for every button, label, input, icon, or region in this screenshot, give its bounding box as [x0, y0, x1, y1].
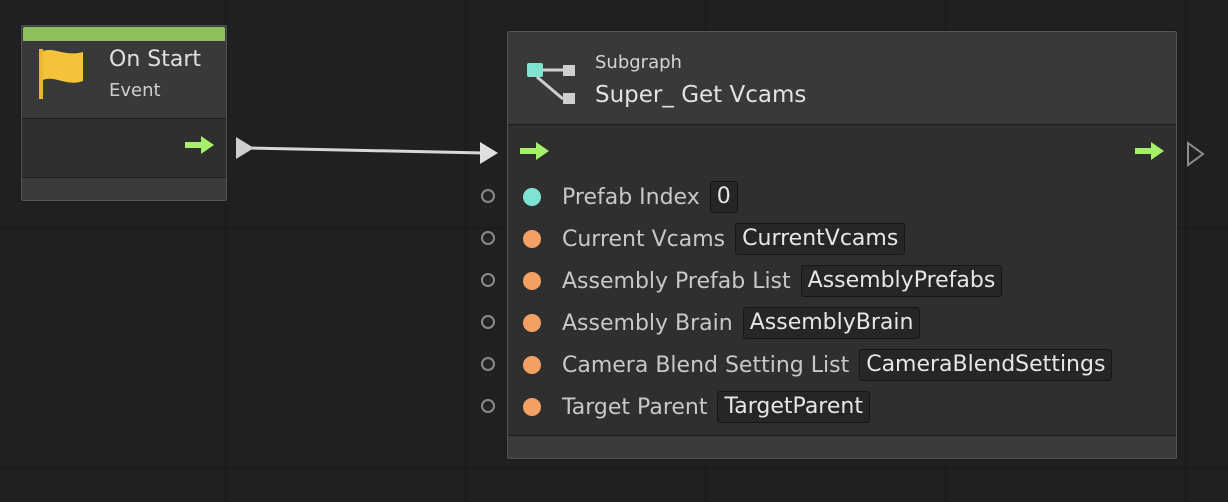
port-value-field[interactable]: CameraBlendSettings: [859, 349, 1113, 381]
port-label: Assembly Brain: [562, 310, 733, 336]
subgraph-icon: [527, 63, 575, 104]
subgraph-kind-label: Subgraph: [595, 52, 682, 73]
value-port-dot[interactable]: [523, 356, 541, 374]
port-value-field[interactable]: AssemblyBrain: [742, 307, 921, 339]
external-input-ring[interactable]: [481, 315, 495, 329]
input-port-row-assembly-prefab-list: Assembly Prefab List AssemblyPrefabs: [508, 264, 1003, 298]
event-accent-bar: [23, 27, 225, 41]
subgraph-node[interactable]: Subgraph Super_ Get Vcams Prefab Index 0…: [506, 30, 1178, 460]
on-start-node[interactable]: On Start Event: [20, 24, 228, 202]
subgraph-output-port[interactable]: [1187, 141, 1205, 167]
subgraph-body: Prefab Index 0 Current Vcams CurrentVcam…: [508, 124, 1176, 435]
external-input-ring[interactable]: [481, 231, 495, 245]
subgraph-name: Super_ Get Vcams: [595, 82, 807, 108]
port-value-field[interactable]: AssemblyPrefabs: [800, 265, 1003, 297]
external-input-ring[interactable]: [481, 357, 495, 371]
port-label: Camera Blend Setting List: [562, 352, 850, 378]
external-input-ring[interactable]: [481, 399, 495, 413]
port-label: Target Parent: [562, 394, 708, 420]
control-output-arrow-icon: [1135, 142, 1164, 160]
node-title: On Start: [109, 47, 201, 72]
port-value-field[interactable]: TargetParent: [717, 391, 870, 423]
node-subtitle: Event: [109, 80, 161, 101]
port-label: Assembly Prefab List: [562, 268, 791, 294]
control-output-arrow-icon: [185, 136, 214, 154]
value-port-dot[interactable]: [523, 272, 541, 290]
subgraph-footer: [508, 435, 1176, 458]
port-label: Prefab Index: [562, 184, 700, 210]
subgraph-header: [508, 32, 1176, 123]
yellow-flag-icon: [39, 49, 83, 99]
value-port-dot[interactable]: [523, 398, 541, 416]
input-port-row-target-parent: Target Parent TargetParent: [508, 390, 870, 424]
input-port-row-current-vcams: Current Vcams CurrentVcams: [508, 222, 906, 256]
port-label: Current Vcams: [562, 226, 726, 252]
subgraph-input-port[interactable]: [480, 142, 498, 164]
on-start-body: [22, 118, 226, 177]
value-port-dot[interactable]: [523, 188, 541, 206]
value-port-dot[interactable]: [523, 314, 541, 332]
port-value-field[interactable]: 0: [709, 181, 738, 213]
control-input-arrow-icon: [520, 142, 549, 160]
onstart-output-port[interactable]: [236, 137, 254, 159]
external-input-ring[interactable]: [481, 273, 495, 287]
input-port-row-prefab-index: Prefab Index 0: [508, 180, 738, 214]
port-value-field[interactable]: CurrentVcams: [735, 223, 906, 255]
input-port-row-camera-blend-setting-list: Camera Blend Setting List CameraBlendSet…: [508, 348, 1113, 382]
control-flow-wire[interactable]: [249, 146, 485, 155]
external-input-ring[interactable]: [481, 189, 495, 203]
input-port-row-assembly-brain: Assembly Brain AssemblyBrain: [508, 306, 921, 340]
on-start-footer: [22, 177, 226, 200]
value-port-dot[interactable]: [523, 230, 541, 248]
